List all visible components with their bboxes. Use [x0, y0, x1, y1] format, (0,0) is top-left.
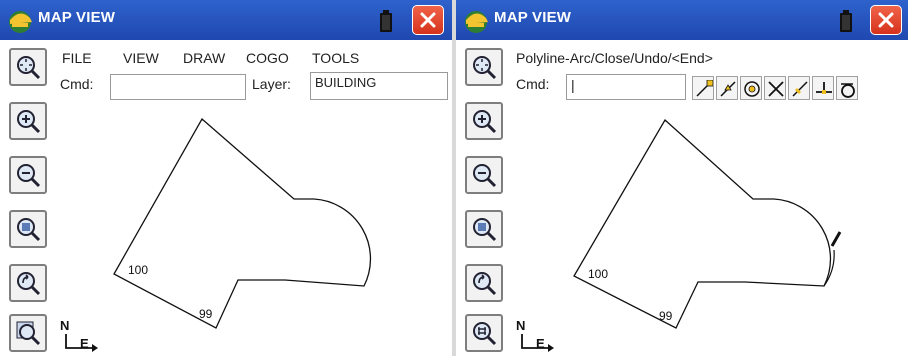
cmd-label: Cmd:: [60, 76, 94, 92]
snap-tangent-button[interactable]: [836, 76, 858, 100]
window-title: MAP VIEW: [494, 9, 572, 26]
snap-midpoint-icon: [720, 81, 736, 97]
snap-center-icon: [744, 81, 760, 97]
zoom-window-icon: [17, 218, 41, 242]
cmd-input[interactable]: [110, 74, 246, 100]
snap-endpoint-button[interactable]: [692, 76, 714, 100]
cmd-input[interactable]: |: [566, 74, 686, 100]
menu-draw[interactable]: DRAW: [183, 50, 225, 66]
north-arrow: N: [60, 318, 70, 333]
battery-icon: [840, 10, 852, 32]
menu-file[interactable]: FILE: [62, 50, 92, 66]
cmd-label: Cmd:: [516, 76, 550, 92]
map-view-window-left: MAP VIEW FILE VIEW DRAW COGO TOOLS Cmd: …: [0, 0, 452, 356]
close-icon: [420, 12, 436, 28]
zoom-previous-button[interactable]: [465, 264, 503, 302]
zoom-in-icon: [473, 110, 497, 134]
building-outline: [113, 117, 372, 329]
zoom-previous-icon: [17, 272, 41, 296]
zoom-settings-icon: [16, 321, 41, 346]
snap-perpendicular-icon: [816, 82, 832, 94]
grid-settings-icon: [473, 322, 497, 346]
map-canvas[interactable]: 100 99: [52, 102, 452, 356]
zoom-in-button[interactable]: [9, 102, 47, 140]
zoom-extents-button[interactable]: [9, 48, 47, 86]
zoom-extents-icon: [473, 56, 497, 80]
app-logo-icon: [465, 11, 488, 33]
zoom-previous-icon: [473, 272, 497, 296]
zoom-out-icon: [17, 164, 41, 188]
zoom-previous-button[interactable]: [9, 264, 47, 302]
east-label: E: [80, 336, 89, 351]
map-toolbar: [456, 40, 508, 356]
map-view-window-right: MAP VIEW Polyline-Arc/Close/Undo/<End> C…: [456, 0, 908, 356]
battery-icon: [380, 10, 392, 32]
point-label-99: 99: [659, 309, 673, 323]
close-icon: [878, 12, 894, 28]
app-logo-icon: [9, 11, 32, 33]
snap-center-button[interactable]: [740, 76, 762, 100]
menu-view[interactable]: VIEW: [123, 50, 159, 66]
zoom-window-button[interactable]: [465, 210, 503, 248]
snap-perpendicular-button[interactable]: [812, 76, 834, 100]
close-button[interactable]: [412, 5, 444, 35]
point-label-99: 99: [199, 307, 213, 321]
north-arrow: N: [516, 318, 526, 333]
snap-nearest-button[interactable]: [788, 76, 810, 100]
zoom-out-button[interactable]: [9, 156, 47, 194]
snap-endpoint-icon: [696, 80, 713, 97]
title-bar: MAP VIEW: [0, 0, 452, 40]
zoom-out-button[interactable]: [465, 156, 503, 194]
layer-field[interactable]: BUILDING: [310, 72, 448, 100]
map-toolbar: [0, 40, 52, 356]
point-label-100: 100: [588, 267, 608, 281]
zoom-extents-button[interactable]: [465, 48, 503, 86]
layer-label: Layer:: [252, 76, 291, 92]
window-title: MAP VIEW: [38, 9, 116, 26]
snap-intersection-button[interactable]: [764, 76, 786, 100]
east-label: E: [536, 336, 545, 351]
close-button[interactable]: [870, 5, 902, 35]
menu-tools[interactable]: TOOLS: [312, 50, 359, 66]
zoom-window-icon: [473, 218, 497, 242]
map-canvas[interactable]: 100 99: [508, 102, 908, 356]
menu-cogo[interactable]: COGO: [246, 50, 289, 66]
building-outline: [573, 118, 832, 329]
snap-intersection-icon: [768, 81, 784, 97]
polyline-arc-segment: [823, 249, 835, 287]
zoom-extents-icon: [17, 56, 41, 80]
zoom-settings-button[interactable]: [9, 314, 47, 352]
zoom-in-icon: [17, 110, 41, 134]
grid-settings-button[interactable]: [465, 314, 503, 352]
zoom-window-button[interactable]: [9, 210, 47, 248]
zoom-in-button[interactable]: [465, 102, 503, 140]
zoom-out-icon: [473, 164, 497, 188]
snap-tangent-icon: [841, 83, 855, 98]
cursor-marker: [830, 231, 842, 247]
point-label-100: 100: [128, 263, 148, 277]
snap-midpoint-button[interactable]: [716, 76, 738, 100]
title-bar: MAP VIEW: [456, 0, 908, 40]
command-prompt: Polyline-Arc/Close/Undo/<End>: [516, 50, 713, 66]
snap-nearest-icon: [792, 81, 808, 97]
